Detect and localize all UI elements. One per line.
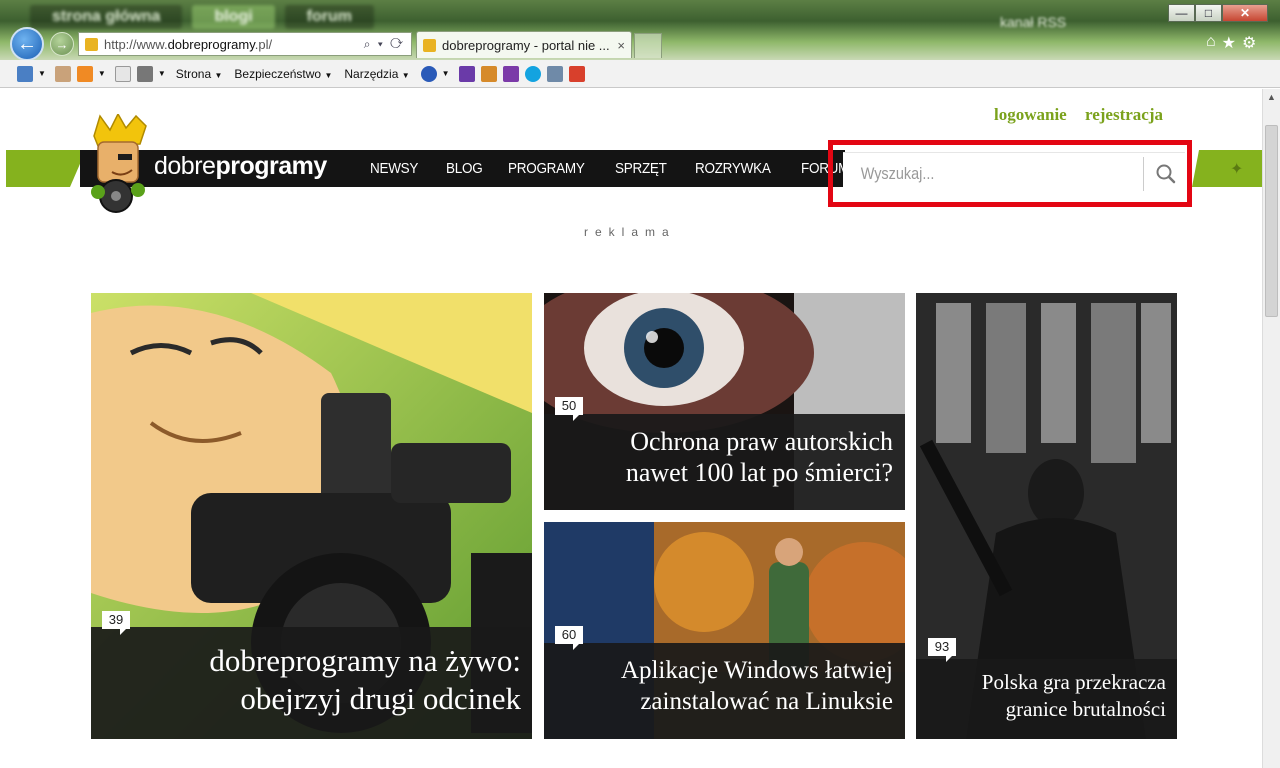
puzzle-icon[interactable]: ✦ (1230, 159, 1243, 179)
print-icon[interactable] (136, 65, 153, 82)
article-caption: Ochrona praw autorskich nawet 100 lat po… (544, 414, 905, 510)
article-title[interactable]: Polska gra przekracza granice brutalnośc… (982, 669, 1166, 723)
addon-icon[interactable] (480, 65, 497, 82)
bg-tab: forum (284, 5, 374, 29)
command-bar: ▼ ▼ ▼ Strona ▼ Bezpieczeństwo ▼ Narzędzi… (0, 60, 1280, 88)
home-page-icon[interactable] (17, 65, 33, 82)
main-nav: NEWSY BLOG PROGRAMY SPRZĘT ROZRYWKA FORU… (370, 160, 876, 177)
article-tile-main[interactable]: dobreprogramy na żywo: obejrzyj drugi od… (91, 293, 532, 739)
mascot-logo-icon[interactable] (88, 114, 152, 214)
article-tile-linux-apps[interactable]: Aplikacje Windows łatwiej zainstalować n… (544, 522, 905, 739)
tab-favicon-icon (423, 38, 436, 52)
comment-count-badge[interactable]: 93 (928, 638, 956, 662)
article-title[interactable]: Ochrona praw autorskich nawet 100 lat po… (626, 426, 893, 488)
scroll-up-arrow-icon[interactable]: ▲ (1263, 89, 1280, 106)
favorites-star-icon[interactable]: ★ (1222, 33, 1236, 53)
article-tile-polish-game[interactable]: Polska gra przekracza granice brutalnośc… (916, 293, 1177, 739)
maximize-button[interactable]: □ (1195, 4, 1222, 22)
window-controls: — □ ✕ (1168, 4, 1268, 22)
web-page: logowanie rejestracja ✦ dobreprogramy NE… (0, 89, 1262, 768)
nav-item-sprzet[interactable]: SPRZĘT (615, 160, 667, 177)
site-logo-text[interactable]: dobreprogramy (154, 152, 327, 181)
arrow-right-icon: → (55, 36, 69, 52)
bg-rss-text: kanał RSS (1000, 14, 1067, 30)
nav-item-programy[interactable]: PROGRAMY (508, 160, 585, 177)
browser-toolbar-icons: ⌂ ★ ⚙ (1206, 33, 1256, 53)
search-input[interactable] (859, 161, 1089, 187)
minimize-button[interactable]: — (1168, 4, 1195, 22)
tab-close-icon[interactable]: × (617, 38, 625, 53)
register-link[interactable]: rejestracja (1085, 105, 1163, 124)
search-icon[interactable] (1149, 157, 1183, 191)
dropdown-arrow-icon[interactable]: ▼ (98, 69, 106, 78)
background-site-tabs: strona główna blogi forum (30, 5, 374, 29)
search-highlight-box (828, 140, 1192, 207)
nav-item-rozrywka[interactable]: ROZRYWKA (695, 160, 771, 177)
pdf-icon[interactable] (568, 65, 585, 82)
bg-tab: blogi (192, 5, 275, 29)
vertical-scrollbar[interactable]: ▲ (1262, 89, 1280, 768)
bg-tab: strona główna (30, 5, 183, 29)
rss-feed-icon[interactable] (76, 65, 93, 82)
onenote-send-icon[interactable] (502, 65, 519, 82)
mail-icon[interactable] (114, 65, 131, 82)
article-caption: Aplikacje Windows łatwiej zainstalować n… (544, 643, 905, 739)
close-window-button[interactable]: ✕ (1222, 4, 1268, 22)
onenote-icon[interactable] (458, 65, 475, 82)
comment-count-badge[interactable]: 39 (102, 611, 130, 635)
article-caption: dobreprogramy na żywo: obejrzyj drugi od… (91, 627, 532, 739)
back-button[interactable]: ← (10, 27, 44, 61)
skype-icon[interactable] (524, 65, 541, 82)
help-icon[interactable] (420, 65, 437, 82)
new-tab-button[interactable] (634, 33, 662, 58)
settings-gear-icon[interactable]: ⚙ (1242, 33, 1256, 53)
menu-safety[interactable]: Bezpieczeństwo ▼ (234, 67, 332, 81)
user-links: logowanie rejestracja (994, 105, 1177, 125)
article-caption: Polska gra przekracza granice brutalnośc… (916, 659, 1177, 739)
article-tile-copyright[interactable]: Ochrona praw autorskich nawet 100 lat po… (544, 293, 905, 510)
nav-green-accent (6, 150, 86, 187)
dropdown-arrow-icon[interactable]: ▼ (158, 69, 166, 78)
menu-tools[interactable]: Narzędzia ▼ (344, 67, 409, 81)
research-icon[interactable] (546, 65, 563, 82)
tab-title: dobreprogramy - portal nie ... (442, 37, 610, 53)
right-green-accent: ✦ (1192, 150, 1262, 187)
login-link[interactable]: logowanie (994, 105, 1067, 124)
menu-page[interactable]: Strona ▼ (176, 67, 223, 81)
nav-item-blog[interactable]: BLOG (446, 160, 483, 177)
address-bar[interactable]: http://www.dobreprogramy.pl/ ⌕ ▾ ⟳ (78, 32, 412, 56)
home-icon[interactable]: ⌂ (1206, 33, 1216, 53)
ad-label: reklama (584, 225, 676, 239)
forward-button[interactable]: → (50, 32, 74, 56)
nav-item-newsy[interactable]: NEWSY (370, 160, 418, 177)
article-title[interactable]: Aplikacje Windows łatwiej zainstalować n… (621, 655, 893, 717)
browser-tab-active[interactable]: dobreprogramy - portal nie ... × (416, 31, 632, 58)
hand-icon[interactable] (54, 65, 71, 82)
comment-count-badge[interactable]: 50 (555, 397, 583, 421)
dropdown-arrow-icon[interactable]: ▼ (38, 69, 46, 78)
search-box (843, 152, 1185, 194)
dropdown-arrow-icon[interactable]: ▼ (442, 69, 450, 78)
site-favicon-icon (85, 37, 98, 51)
scroll-thumb[interactable] (1265, 125, 1278, 317)
article-title[interactable]: dobreprogramy na żywo: obejrzyj drugi od… (209, 642, 521, 718)
arrow-left-icon: ← (17, 32, 37, 55)
address-tools-icon[interactable]: ⌕ ▾ ⟳ (364, 37, 405, 52)
search-divider (1143, 157, 1144, 191)
address-url[interactable]: http://www.dobreprogramy.pl/ (104, 37, 364, 52)
comment-count-badge[interactable]: 60 (555, 626, 583, 650)
